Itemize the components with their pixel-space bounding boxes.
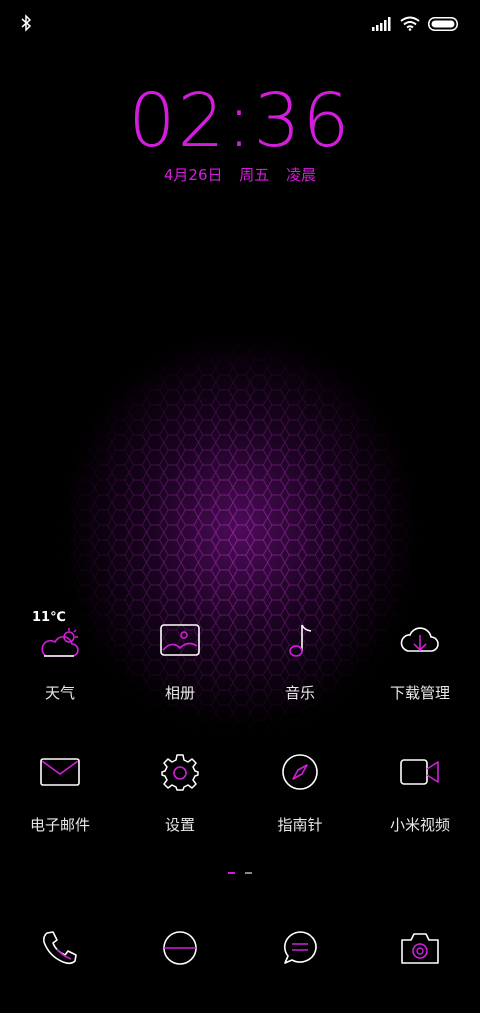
app-label: 设置 xyxy=(164,816,195,834)
camera-icon xyxy=(396,924,444,972)
messages-icon xyxy=(276,924,324,972)
gear-icon xyxy=(156,748,204,796)
clock-date[interactable]: 4月26日 周五 凌晨 xyxy=(0,164,480,185)
app-label: 下载管理 xyxy=(389,684,450,702)
page-dot-active xyxy=(228,872,235,874)
app-compass[interactable]: 指南针 xyxy=(240,748,360,835)
app-label: 天气 xyxy=(44,684,75,702)
dock-camera[interactable] xyxy=(360,924,480,972)
browser-icon xyxy=(156,924,204,972)
app-row-2: 电子邮件 设置 指南针 小米视频 xyxy=(0,748,480,835)
app-music[interactable]: 音乐 xyxy=(240,616,360,703)
video-camera-icon xyxy=(396,748,444,796)
page-dot xyxy=(245,872,252,874)
dock-phone[interactable] xyxy=(0,924,120,972)
mail-icon xyxy=(36,748,84,796)
app-email[interactable]: 电子邮件 xyxy=(0,748,120,835)
app-mi-video[interactable]: 小米视频 xyxy=(360,748,480,835)
app-downloads[interactable]: 下载管理 xyxy=(360,616,480,703)
cloud-download-icon xyxy=(396,616,444,664)
app-row-1: 11℃ 天气 相册 音乐 下载管理 xyxy=(0,610,480,703)
app-label: 小米视频 xyxy=(389,816,450,834)
phone-icon xyxy=(36,924,84,972)
bluetooth-icon xyxy=(20,14,32,36)
status-bar xyxy=(0,0,480,50)
dock-messages[interactable] xyxy=(240,924,360,972)
weekday-text: 周五 xyxy=(239,166,270,184)
wifi-icon xyxy=(400,16,420,35)
gallery-icon xyxy=(156,616,204,664)
dock xyxy=(0,924,480,972)
battery-icon xyxy=(428,16,458,35)
period-text: 凌晨 xyxy=(286,166,317,184)
music-note-icon xyxy=(276,616,324,664)
weather-temperature: 11℃ xyxy=(32,610,66,625)
app-gallery[interactable]: 相册 xyxy=(120,616,240,703)
app-weather[interactable]: 11℃ 天气 xyxy=(0,610,120,703)
app-label: 指南针 xyxy=(277,816,323,834)
page-indicator[interactable] xyxy=(0,872,480,874)
compass-icon xyxy=(276,748,324,796)
app-label: 相册 xyxy=(164,684,195,702)
app-settings[interactable]: 设置 xyxy=(120,748,240,835)
app-label: 音乐 xyxy=(284,684,315,702)
clock-time[interactable]: 02:36 xyxy=(0,78,480,164)
weather-cloud-sun-icon: 11℃ xyxy=(32,610,84,664)
app-label: 电子邮件 xyxy=(29,816,90,834)
dock-browser[interactable] xyxy=(120,924,240,972)
signal-icon xyxy=(372,16,392,35)
date-text: 4月26日 xyxy=(163,166,223,184)
